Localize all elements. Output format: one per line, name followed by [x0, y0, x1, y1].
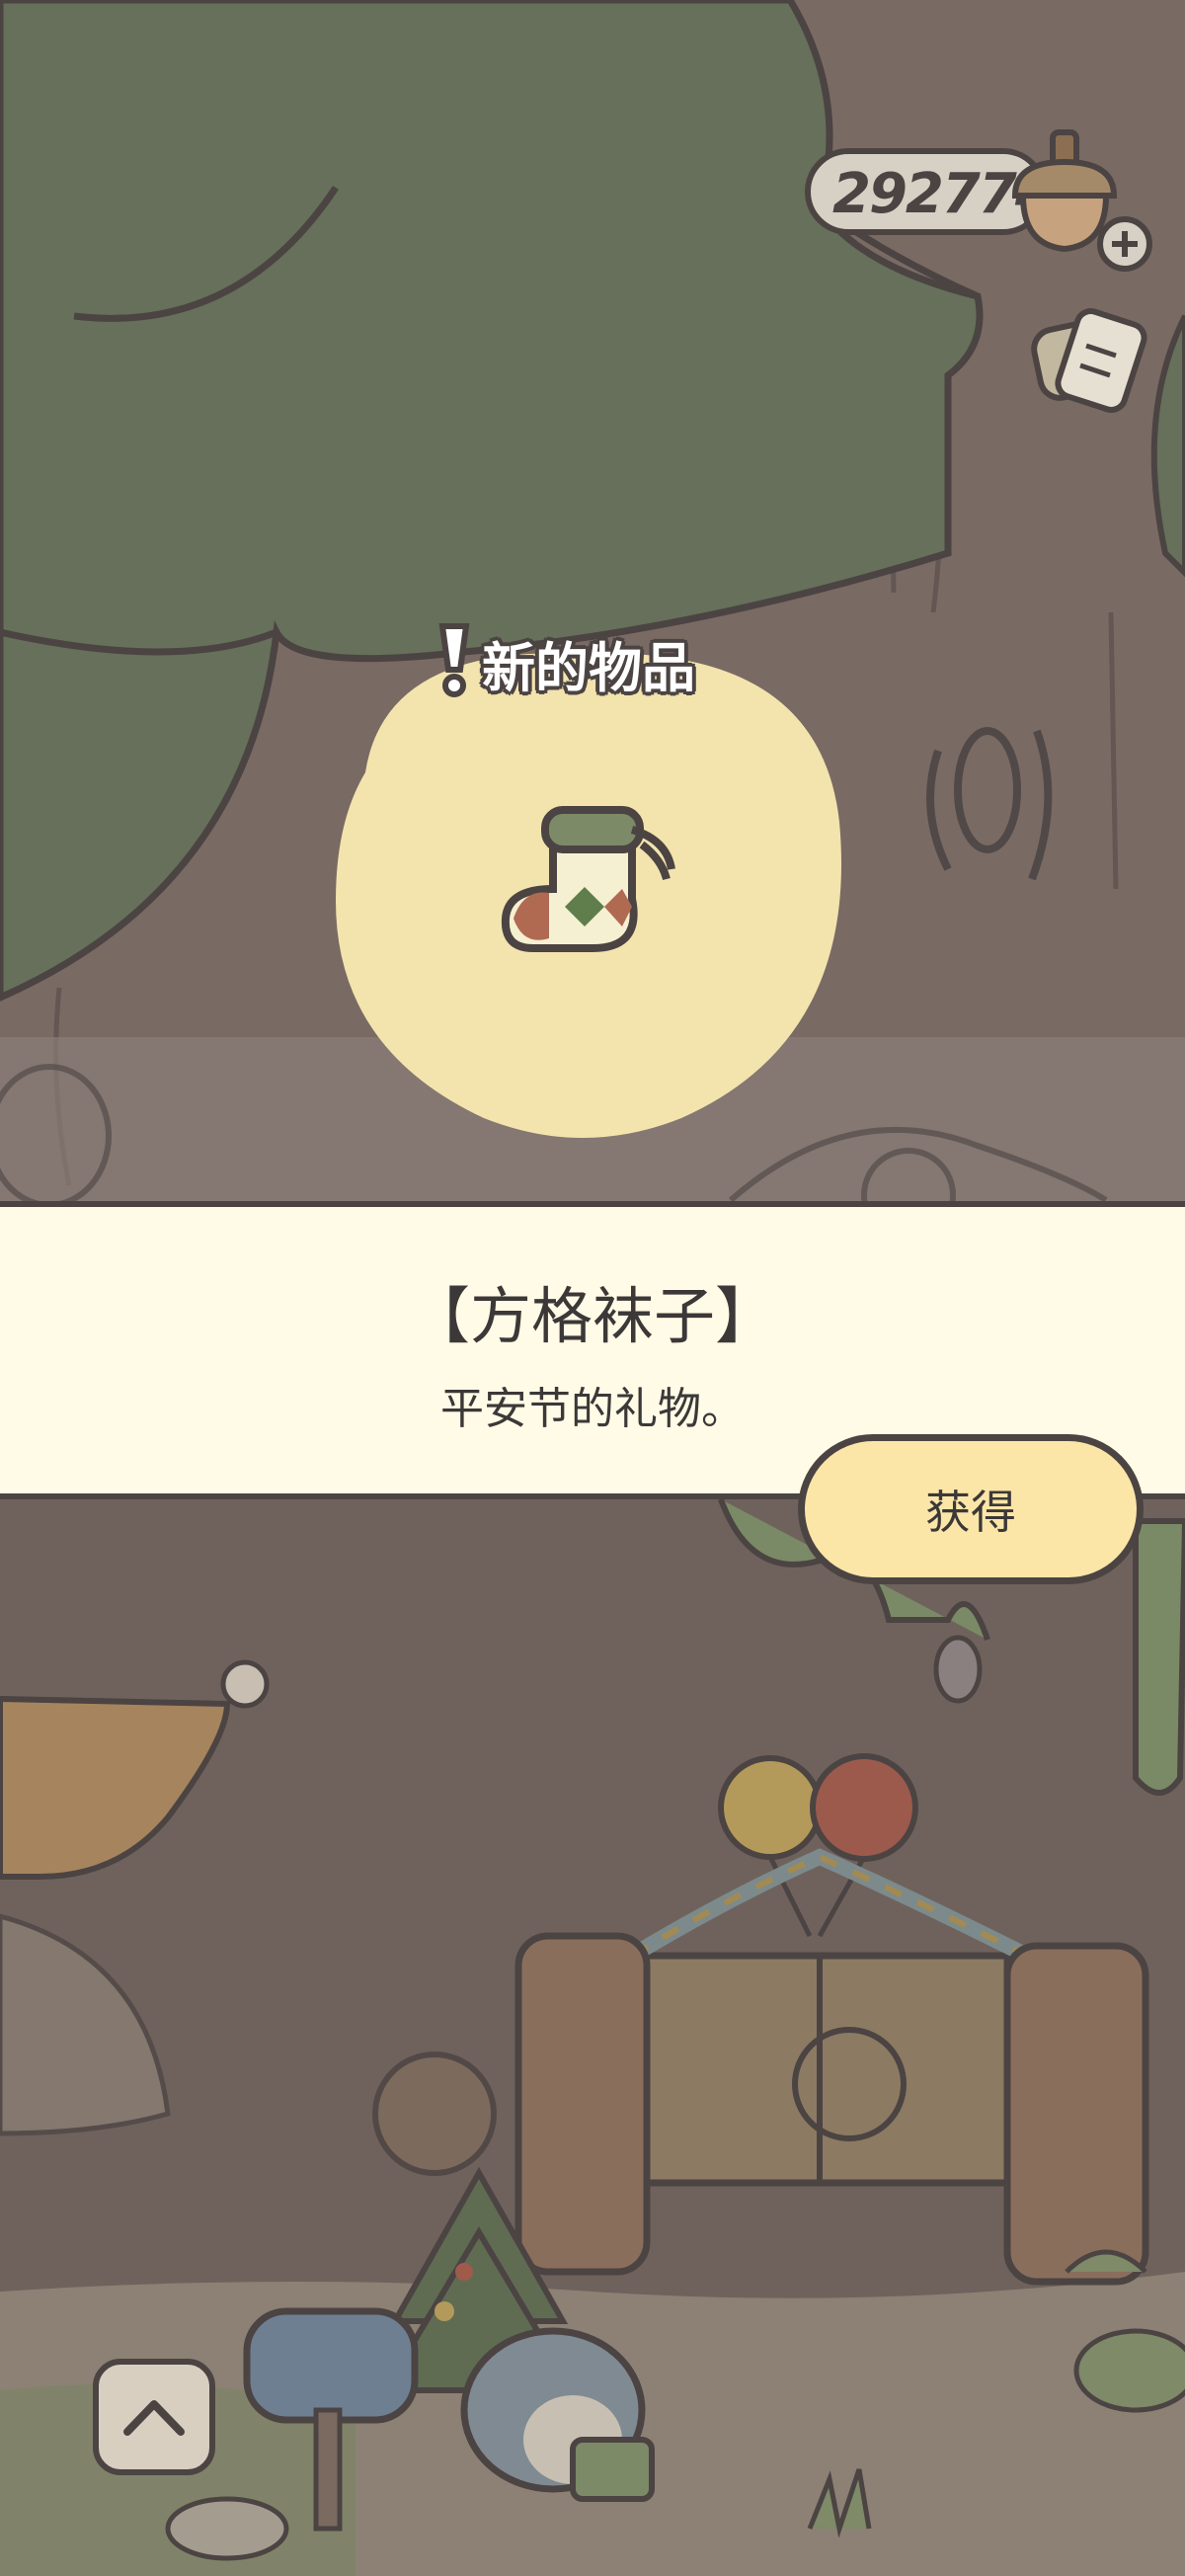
get-item-button[interactable]: 获得 — [798, 1434, 1144, 1584]
get-item-button-label: 获得 — [925, 1486, 1016, 1539]
add-currency-button[interactable] — [1096, 215, 1153, 273]
mail-letters-button[interactable] — [1017, 296, 1155, 435]
item-description: 平安节的礼物。 — [440, 1384, 745, 1434]
letter-icon — [1031, 308, 1147, 413]
item-name: 【方格袜子】 — [408, 1280, 776, 1352]
checkered-sock-icon — [494, 790, 691, 968]
new-item-title-text: 新的物品 — [482, 637, 695, 699]
exclamation-icon — [438, 623, 470, 697]
plus-icon — [1097, 216, 1152, 272]
expand-menu-button[interactable] — [93, 2359, 215, 2475]
chevron-up-icon — [123, 2400, 185, 2436]
